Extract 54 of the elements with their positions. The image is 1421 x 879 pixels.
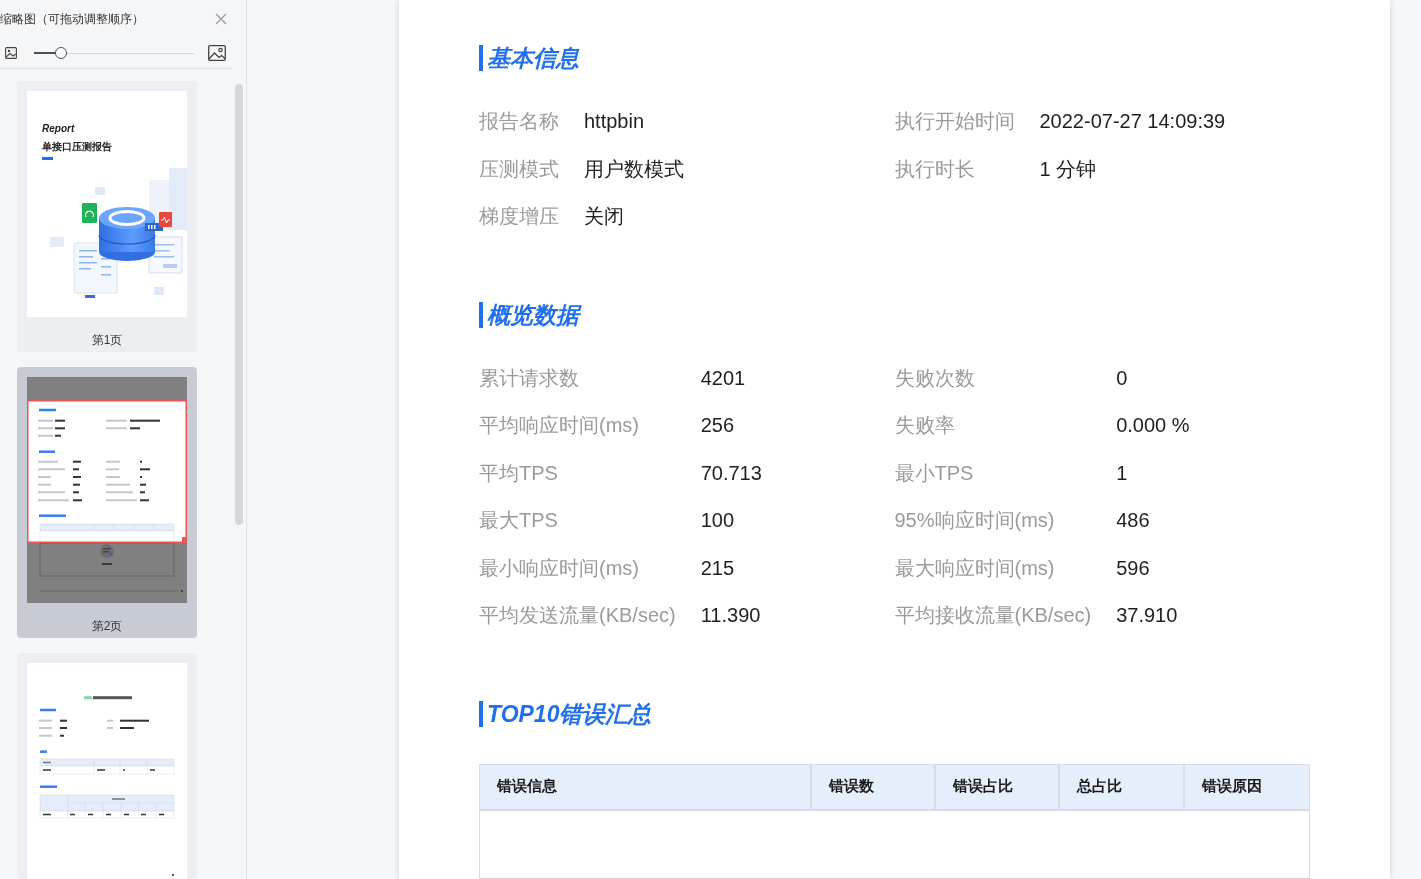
field-value: 关闭 (584, 204, 624, 230)
cover-title: Report (42, 122, 75, 136)
field-value: 0 (1116, 366, 1128, 390)
page-thumbnail[interactable]: Report 单接口压测报告 第1页 (17, 81, 197, 352)
scrollbar[interactable] (235, 84, 243, 525)
page-thumbnail[interactable]: 第2页 (17, 367, 197, 638)
field-value: 256 (700, 414, 735, 438)
field-label: 累计请求数 (479, 365, 579, 391)
field-value: 486 (1116, 509, 1150, 533)
field-label: 失败率 (894, 413, 955, 439)
field-label: 平均接收流量(KB/sec) (894, 603, 1092, 629)
field-value: 596 (1116, 556, 1150, 580)
field-value: 11.390 (700, 604, 761, 628)
column-header: 总占比 (1060, 764, 1185, 809)
page-thumbnail[interactable] (17, 653, 197, 879)
column-header: 错误原因 (1185, 764, 1309, 809)
field-value: 0.000 % (1116, 414, 1190, 438)
field-label: 报告名称 (479, 109, 559, 135)
accent-bar (42, 157, 53, 160)
column-header: 错误数 (812, 764, 936, 809)
cover-subtitle: 单接口压测报告 (42, 140, 112, 154)
field-value: 100 (700, 509, 735, 533)
field-value: 1 分钟 (1039, 156, 1097, 182)
field-label: 平均TPS (479, 460, 558, 486)
slider-thumb[interactable] (55, 47, 68, 59)
field-value: 用户数模式 (584, 156, 684, 182)
field-label: 执行时长 (894, 156, 975, 182)
field-label: 平均发送流量(KB/sec) (479, 603, 676, 629)
column-header: 错误信息 (480, 764, 812, 809)
column-header: 错误占比 (936, 764, 1060, 809)
panel-title: 缩略图（可拖动调整顺序） (0, 11, 144, 27)
viewport-frame[interactable] (27, 400, 187, 543)
field-value: 70.713 (700, 461, 762, 485)
field-label: 执行开始时间 (894, 109, 1015, 135)
field-label: 95%响应时间(ms) (894, 508, 1055, 534)
section-title: 基本信息 (479, 45, 579, 71)
field-label: 最小TPS (894, 460, 974, 486)
field-value: 37.910 (1116, 604, 1178, 628)
close-icon[interactable] (215, 13, 227, 25)
field-label: 最大TPS (479, 508, 558, 534)
field-value: 1 (1116, 461, 1128, 485)
field-value: 2022-07-27 14:09:39 (1039, 110, 1226, 134)
field-value: httpbin (584, 110, 645, 134)
field-label: 最大响应时间(ms) (894, 555, 1055, 581)
field-label: 平均响应时间(ms) (479, 413, 639, 439)
field-label: 压测模式 (479, 156, 559, 182)
section-title: TOP10错误汇总 (479, 700, 652, 727)
large-image-icon[interactable] (208, 45, 226, 61)
field-label: 失败次数 (894, 365, 975, 391)
field-value: 215 (700, 556, 735, 580)
small-image-icon[interactable] (5, 47, 17, 59)
field-label: 最小响应时间(ms) (479, 555, 639, 581)
field-label: 梯度增压 (479, 204, 559, 230)
field-value: 4201 (700, 366, 746, 390)
